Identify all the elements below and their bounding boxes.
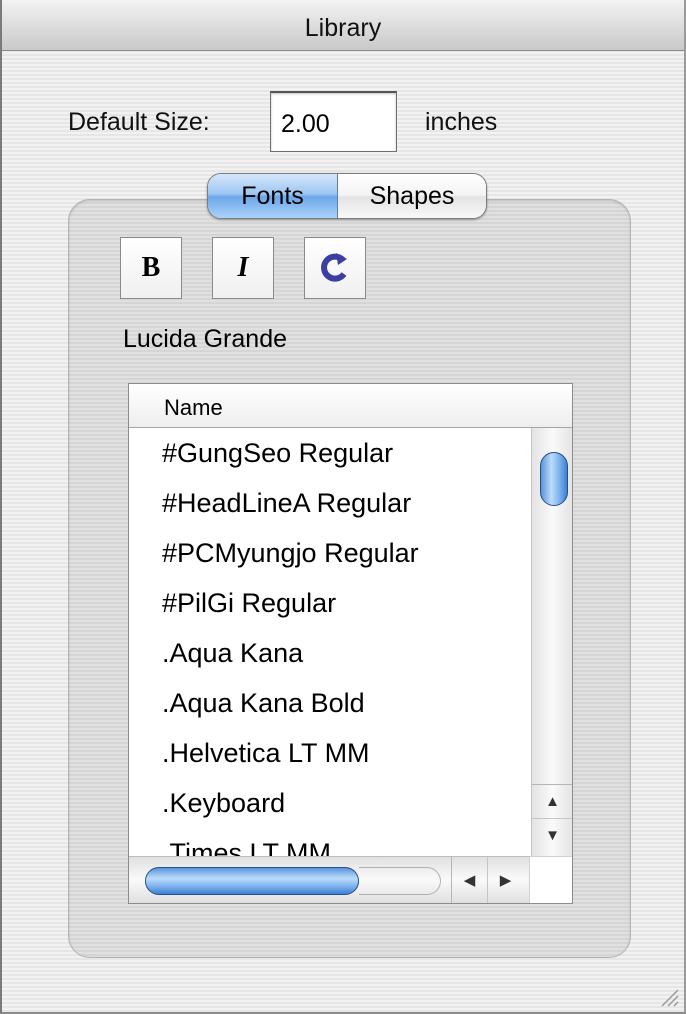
font-list-item[interactable]: .Aqua Kana: [129, 628, 529, 678]
font-list-item[interactable]: .Aqua Kana Bold: [129, 678, 529, 728]
refresh-button[interactable]: [304, 237, 366, 299]
default-size-label: Default Size:: [68, 108, 210, 136]
italic-button[interactable]: I: [212, 237, 274, 299]
default-size-input[interactable]: [270, 91, 397, 152]
font-list-item[interactable]: .Keyboard: [129, 778, 529, 828]
vertical-scroll-thumb[interactable]: [540, 452, 568, 506]
tab-fonts[interactable]: Fonts: [208, 174, 338, 218]
font-list-item[interactable]: .Times LT MM: [129, 828, 529, 856]
scroll-right-arrow-icon[interactable]: ▶: [487, 857, 523, 903]
tab-shapes[interactable]: Shapes: [338, 174, 486, 218]
library-tab-control: Fonts Shapes: [207, 173, 487, 219]
bold-icon: B: [141, 252, 161, 283]
font-list-item[interactable]: #PCMyungjo Regular: [129, 528, 529, 578]
window-title[interactable]: Library: [2, 0, 684, 51]
bold-button[interactable]: B: [120, 237, 182, 299]
scroll-up-arrow-icon[interactable]: ▲: [532, 784, 572, 817]
scroll-down-arrow-icon[interactable]: ▼: [532, 818, 572, 851]
horizontal-scroll-thumb[interactable]: [145, 867, 359, 895]
font-list-item[interactable]: #PilGi Regular: [129, 578, 529, 628]
refresh-icon: [321, 253, 347, 282]
scrollbar-corner: [529, 856, 572, 903]
selected-font-name: Lucida Grande: [123, 325, 288, 353]
horizontal-scrollbar[interactable]: ◀ ▶: [129, 856, 529, 903]
italic-icon: I: [237, 252, 249, 283]
default-size-unit-label: inches: [425, 108, 498, 136]
library-window: Library Default Size: inches Fonts Shape…: [0, 0, 686, 1014]
horizontal-scroll-track-end: [359, 867, 441, 895]
scroll-left-arrow-icon[interactable]: ◀: [451, 857, 487, 903]
font-list-rows: #GungSeo Regular #HeadLineA Regular #PCM…: [129, 428, 529, 856]
font-list-item[interactable]: #HeadLineA Regular: [129, 478, 529, 528]
name-column-label: Name: [164, 395, 223, 420]
name-column-header[interactable]: Name: [129, 384, 572, 428]
font-list-table: Name #GungSeo Regular #HeadLineA Regular…: [128, 383, 573, 904]
font-list-item[interactable]: #GungSeo Regular: [129, 428, 529, 478]
resize-grip-icon[interactable]: [656, 984, 680, 1008]
vertical-scrollbar[interactable]: ▲ ▼: [531, 428, 572, 856]
font-list-item[interactable]: .Helvetica LT MM: [129, 728, 529, 778]
